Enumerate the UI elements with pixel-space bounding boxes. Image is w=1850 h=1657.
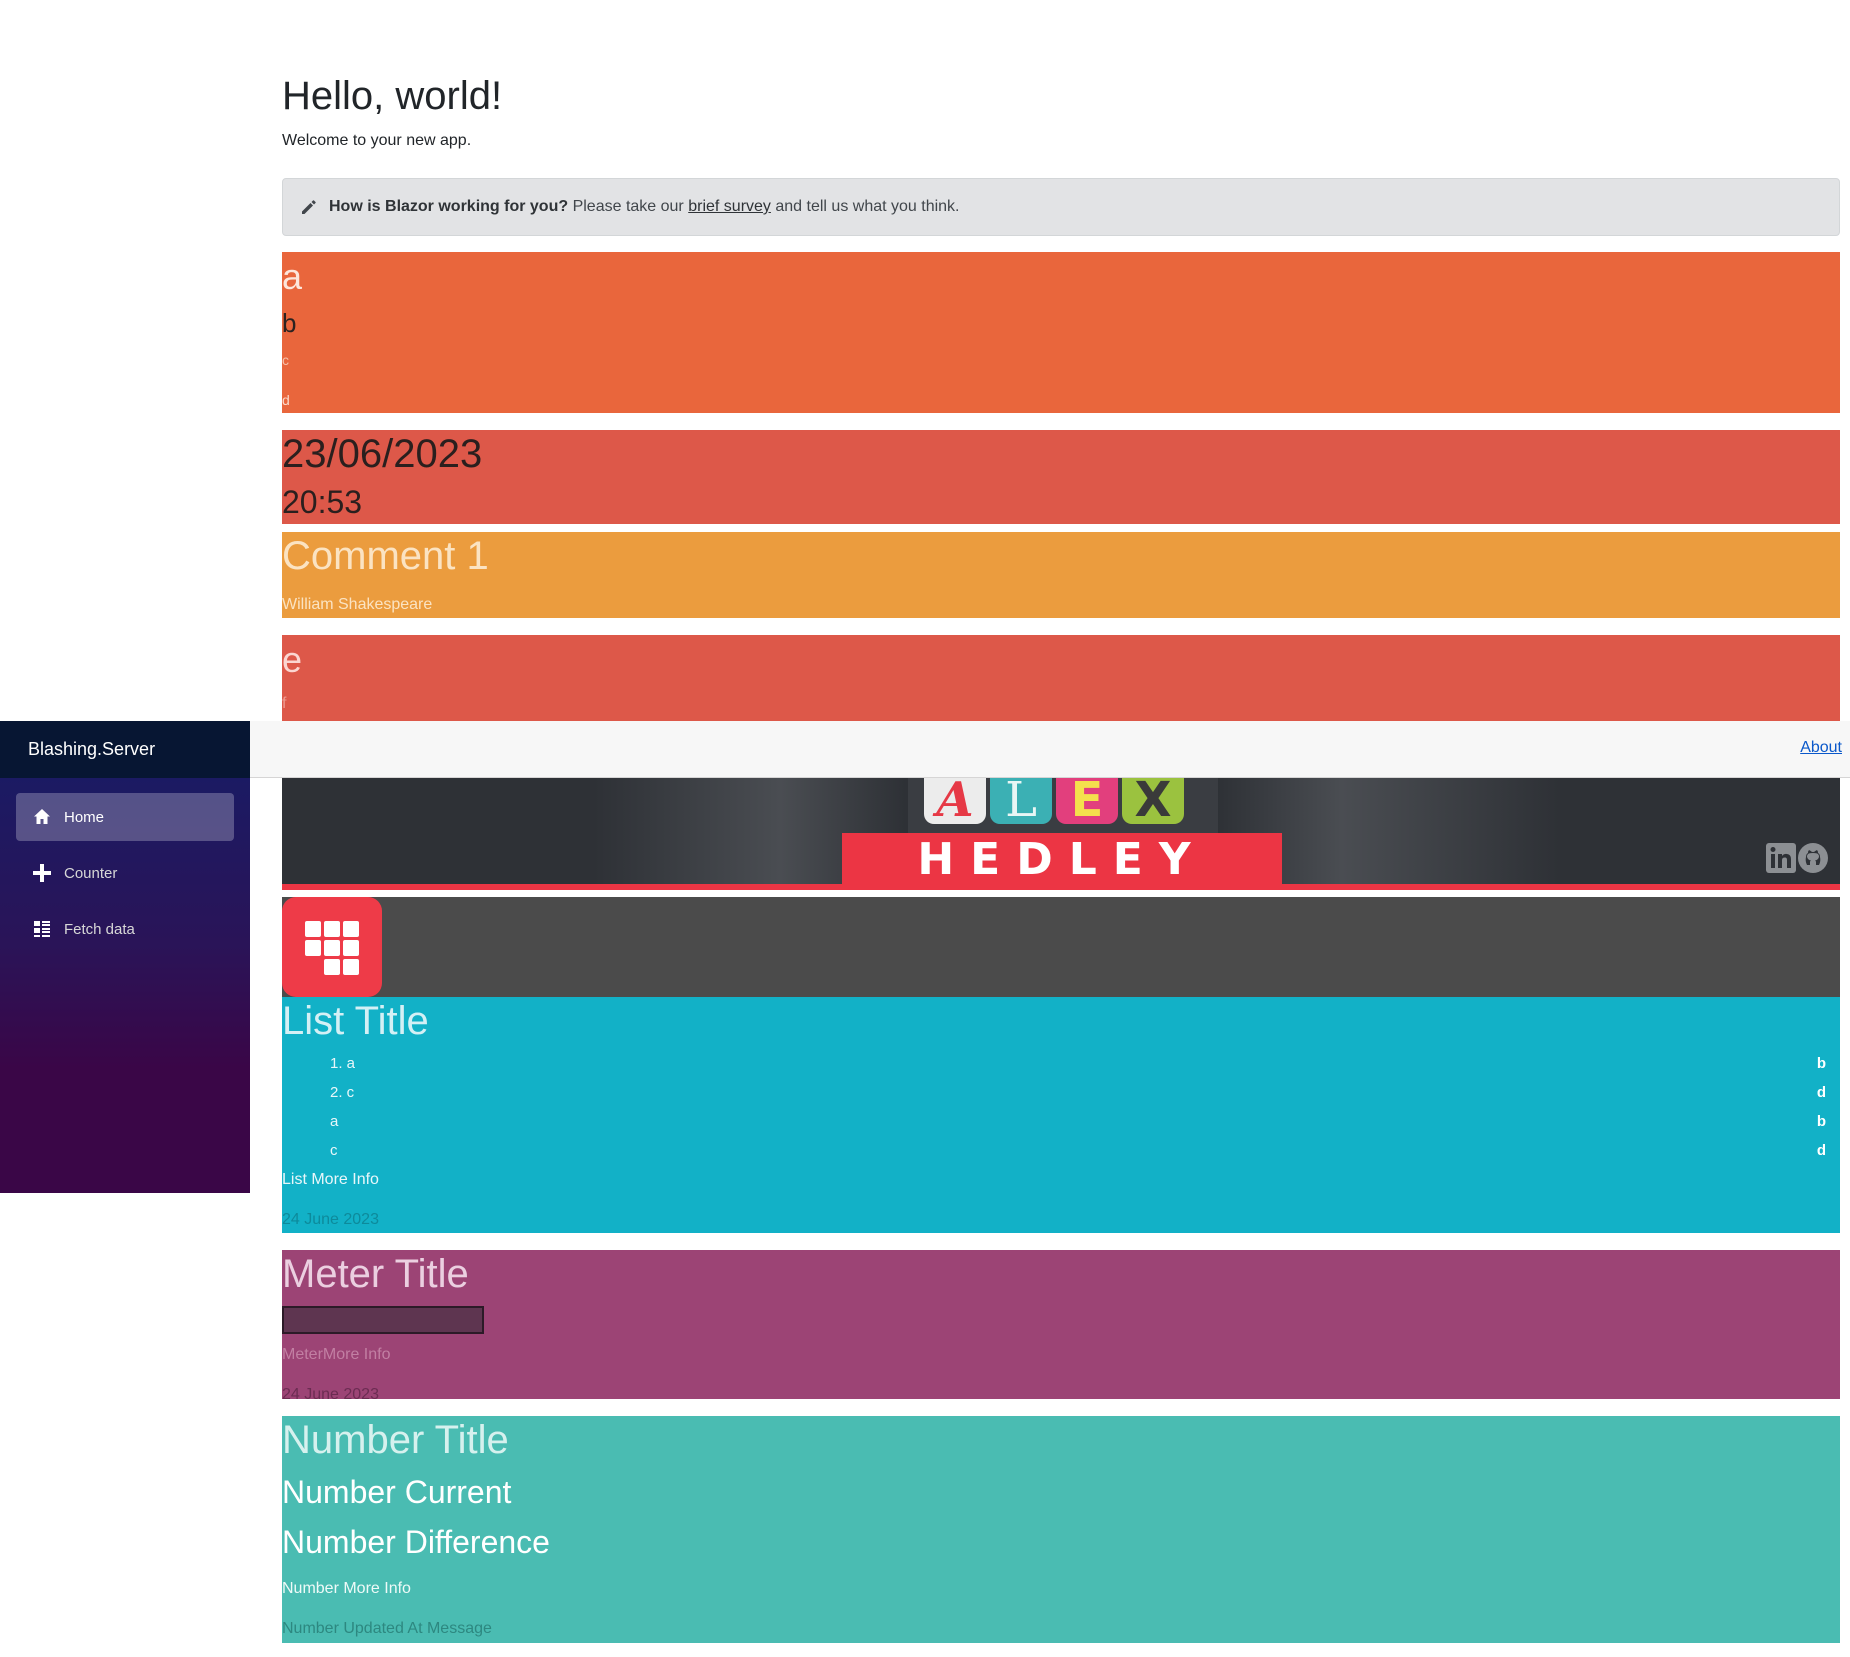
list-title: List Title [282, 999, 429, 1043]
apps-strip [282, 897, 1840, 997]
alex-hedley-logo: A L E X HEDLEY [842, 778, 1282, 890]
sidebar-item-label: Fetch data [64, 920, 135, 938]
list-item-value: b [1816, 1113, 1826, 1130]
sidebar-item-label: Home [64, 808, 105, 826]
tile-date: 23/06/2023 [282, 432, 483, 476]
home-icon [34, 809, 50, 824]
number-tile: Number Title Number Current Number Diffe… [282, 1416, 1840, 1643]
logo-letter: E [1071, 778, 1104, 828]
list-item-value: d [1816, 1142, 1826, 1159]
survey-prompt: How is Blazor working for you? Please ta… [282, 178, 1840, 236]
linkedin-icon[interactable] [1766, 843, 1796, 873]
meter-bar [282, 1306, 484, 1334]
sidebar-item-counter[interactable]: Counter [16, 849, 234, 897]
tile-e-title: e [282, 639, 303, 680]
logo-letter: A [932, 778, 973, 828]
tile-datetime: 23/06/2023 20:53 [282, 430, 1840, 524]
meter-date: 24 June 2023 [282, 1386, 379, 1399]
page-title: Hello, world! [282, 74, 503, 118]
survey-question: How is Blazor working for you? [329, 198, 569, 215]
number-updated-message: Number Updated At Message [282, 1620, 492, 1637]
number-title: Number Title [282, 1418, 509, 1462]
sidebar-item-home[interactable]: Home [16, 793, 234, 841]
meter-title: Meter Title [282, 1252, 469, 1296]
number-more-info: Number More Info [282, 1580, 411, 1597]
logo-letter: L [1005, 778, 1037, 828]
comment-author: William Shakespeare [282, 596, 433, 613]
logo-name: HEDLEY [917, 834, 1206, 885]
list-icon [34, 921, 50, 937]
meter-more-info: MeterMore Info [282, 1346, 391, 1363]
meter-tile: Meter Title MeterMore Info 24 June 2023 [282, 1250, 1840, 1399]
tile-a-line-d: d [282, 392, 290, 408]
apps-grid-icon[interactable] [282, 897, 382, 997]
sidebar-item-label: Counter [64, 864, 118, 882]
list-tile: List Title 1. a b 2. c d a b c d List Mo… [282, 997, 1840, 1233]
tile-abcd: a b c d [282, 252, 1840, 413]
list-item: 2. c [330, 1084, 355, 1101]
list-date: 24 June 2023 [282, 1211, 379, 1228]
number-current: Number Current [282, 1474, 512, 1510]
tile-a-line-c: c [282, 352, 289, 368]
github-icon[interactable] [1798, 843, 1828, 873]
list-item: c [330, 1142, 338, 1159]
tile-f-text: f [282, 695, 287, 712]
tile-comment: Comment 1 William Shakespeare [282, 532, 1840, 618]
tile-ef: e f [282, 635, 1840, 721]
sidebar-item-fetch-data[interactable]: Fetch data [16, 905, 234, 953]
banner-red-line [282, 884, 1840, 890]
brand-bar: Blashing.Server [0, 721, 250, 778]
tile-a-title: a [282, 256, 303, 297]
brand-name[interactable]: Blashing.Server [28, 739, 155, 760]
logo-letter: X [1134, 778, 1171, 828]
number-difference: Number Difference [282, 1524, 550, 1560]
plus-icon [33, 864, 51, 882]
survey-text-pre: Please take our [572, 198, 684, 215]
tile-time: 20:53 [282, 484, 363, 520]
tile-a-subtitle: b [282, 308, 297, 338]
pencil-icon [302, 200, 316, 214]
top-row: About [250, 721, 1850, 778]
welcome-text: Welcome to your new app. [282, 132, 472, 149]
comment-title: Comment 1 [282, 534, 489, 578]
survey-text-post: and tell us what you think. [775, 198, 960, 215]
list-more-info: List More Info [282, 1171, 379, 1188]
list-item: 1. a [330, 1055, 356, 1072]
about-link[interactable]: About [1800, 739, 1842, 757]
sidebar: Home Counter Fetch data [0, 778, 250, 1193]
header-banner: A L E X HEDLEY [282, 778, 1840, 890]
list-item-value: d [1816, 1084, 1826, 1101]
list-item: a [330, 1113, 339, 1130]
survey-link[interactable]: brief survey [688, 198, 771, 215]
top-navbar: Blashing.Server About [0, 721, 1850, 778]
list-item-value: b [1816, 1055, 1826, 1072]
